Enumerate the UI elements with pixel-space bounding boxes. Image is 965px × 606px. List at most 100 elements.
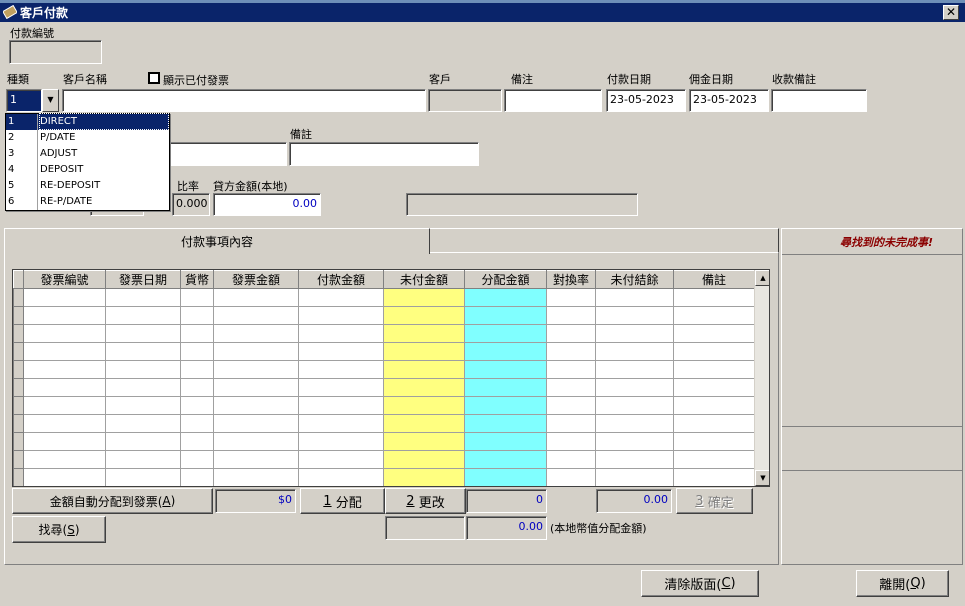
grid-cell[interactable] <box>213 432 299 451</box>
grid-cell[interactable] <box>105 306 181 325</box>
grid-cell[interactable] <box>464 414 547 433</box>
dropdown-option[interactable]: 3 ADJUST <box>6 146 169 162</box>
grid-cell[interactable] <box>673 324 755 343</box>
row-header[interactable] <box>13 468 24 486</box>
grid-cell[interactable] <box>546 450 596 469</box>
grid-cell[interactable] <box>464 450 547 469</box>
grid-cell[interactable] <box>595 288 674 307</box>
row-header[interactable] <box>13 378 24 397</box>
grid-cell[interactable] <box>105 468 181 486</box>
grid-cell[interactable] <box>595 342 674 361</box>
grid-cell[interactable] <box>23 450 106 469</box>
clear-button[interactable]: 清除版面(C) <box>641 570 759 597</box>
auto-allocate-button[interactable]: 金額自動分配到發票(A) <box>12 488 213 514</box>
grid-cell[interactable] <box>298 414 384 433</box>
table-row[interactable] <box>13 342 755 361</box>
allocate-button[interactable]: 1 分配 <box>300 488 385 514</box>
table-row[interactable] <box>13 450 755 469</box>
grid-cell[interactable] <box>23 432 106 451</box>
grid-cell[interactable] <box>213 288 299 307</box>
grid-cell[interactable] <box>673 468 755 486</box>
confirm-button[interactable]: 3 確定 <box>676 488 753 514</box>
grid-cell[interactable] <box>298 306 384 325</box>
grid-cell[interactable] <box>213 396 299 415</box>
grid-cell[interactable] <box>673 414 755 433</box>
grid-cell[interactable] <box>298 288 384 307</box>
grid-cell[interactable] <box>595 432 674 451</box>
grid-cell[interactable] <box>213 324 299 343</box>
grid-cell[interactable] <box>298 450 384 469</box>
grid-cell[interactable] <box>546 360 596 379</box>
grid-cell[interactable] <box>383 342 465 361</box>
grid-cell[interactable] <box>546 396 596 415</box>
grid-cell[interactable] <box>546 288 596 307</box>
grid-cell[interactable] <box>464 288 547 307</box>
grid-scrollbar[interactable]: ▲ ▼ <box>754 270 769 486</box>
grid-cell[interactable] <box>546 468 596 486</box>
grid-cell[interactable] <box>23 396 106 415</box>
row-header[interactable] <box>13 324 24 343</box>
payment-no-field[interactable] <box>9 40 102 64</box>
grid-cell[interactable] <box>595 378 674 397</box>
grid-cell[interactable] <box>673 360 755 379</box>
grid-cell[interactable] <box>180 342 214 361</box>
grid-cell[interactable] <box>180 396 214 415</box>
grid-cell[interactable] <box>546 306 596 325</box>
close-button[interactable]: ✕ <box>943 5 959 20</box>
remark-input[interactable] <box>504 89 602 112</box>
grid-cell[interactable] <box>383 288 465 307</box>
table-row[interactable] <box>13 414 755 433</box>
grid-cell[interactable] <box>180 306 214 325</box>
row-header[interactable] <box>13 396 24 415</box>
table-row[interactable] <box>13 288 755 307</box>
row-header[interactable] <box>13 306 24 325</box>
grid-cell[interactable] <box>298 342 384 361</box>
grid-cell[interactable] <box>180 360 214 379</box>
credit-amount-field[interactable]: 0.00 <box>213 193 321 216</box>
row-header[interactable] <box>13 342 24 361</box>
dropdown-option[interactable]: 2 P/DATE <box>6 130 169 146</box>
grid-cell[interactable] <box>595 468 674 486</box>
grid-cell[interactable] <box>595 450 674 469</box>
row2-field-1[interactable] <box>167 142 287 166</box>
table-row[interactable] <box>13 360 755 379</box>
grid-cell[interactable] <box>383 432 465 451</box>
grid-cell[interactable] <box>23 324 106 343</box>
table-row[interactable] <box>13 396 755 415</box>
scroll-down-icon[interactable]: ▼ <box>755 470 769 486</box>
table-row[interactable] <box>13 432 755 451</box>
row-header[interactable] <box>13 432 24 451</box>
grid-cell[interactable] <box>464 324 547 343</box>
grid-cell[interactable] <box>105 342 181 361</box>
grid-cell[interactable] <box>180 414 214 433</box>
col-exchange-rate[interactable]: 對換率 <box>546 270 596 289</box>
grid-cell[interactable] <box>383 324 465 343</box>
grid-cell[interactable] <box>464 360 547 379</box>
grid-cell[interactable] <box>595 360 674 379</box>
grid-cell[interactable] <box>464 306 547 325</box>
invoice-grid[interactable]: 發票編號 發票日期 貨幣 發票金額 付款金額 未付金額 分配金額 對換率 未付結… <box>12 269 770 487</box>
table-row[interactable] <box>13 306 755 325</box>
table-row[interactable] <box>13 324 755 343</box>
grid-cell[interactable] <box>213 450 299 469</box>
grid-cell[interactable] <box>673 378 755 397</box>
show-paid-checkbox[interactable] <box>148 72 160 84</box>
row-header[interactable] <box>13 414 24 433</box>
col-invoice-amount[interactable]: 發票金額 <box>213 270 299 289</box>
grid-cell[interactable] <box>673 306 755 325</box>
row-header[interactable] <box>13 450 24 469</box>
grid-cell[interactable] <box>23 342 106 361</box>
grid-cell[interactable] <box>213 378 299 397</box>
grid-cell[interactable] <box>213 360 299 379</box>
tab-payment-items[interactable]: 付款事項內容 <box>4 228 430 254</box>
grid-cell[interactable] <box>23 468 106 486</box>
grid-cell[interactable] <box>383 378 465 397</box>
grid-cell[interactable] <box>546 432 596 451</box>
grid-cell[interactable] <box>23 306 106 325</box>
grid-cell[interactable] <box>180 288 214 307</box>
grid-cell[interactable] <box>180 378 214 397</box>
grid-cell[interactable] <box>298 396 384 415</box>
dropdown-option[interactable]: 6 RE-P/DATE <box>6 194 169 210</box>
remark2-input[interactable] <box>289 142 479 166</box>
col-unpaid-amount[interactable]: 未付金額 <box>383 270 465 289</box>
